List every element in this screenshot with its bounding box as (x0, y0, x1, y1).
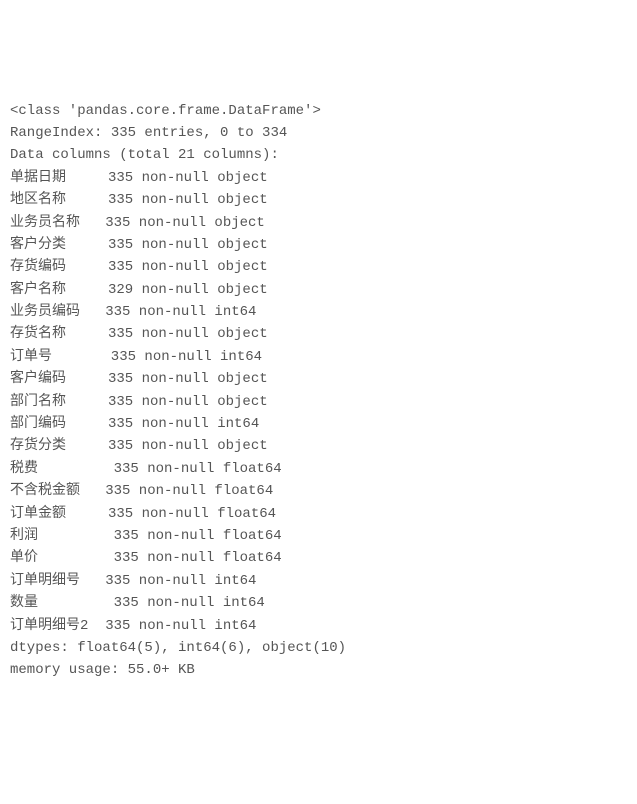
column-info-row: 业务员编码 335 non-null int64 (10, 301, 627, 323)
column-info-row: 利润 335 non-null float64 (10, 525, 627, 547)
column-info-row: 客户分类 335 non-null object (10, 234, 627, 256)
column-info-row: 订单号 335 non-null int64 (10, 346, 627, 368)
dataframe-info-output: <class 'pandas.core.frame.DataFrame'>Ran… (10, 100, 627, 682)
column-info-row: 客户名称 329 non-null object (10, 279, 627, 301)
column-info-row: 业务员名称 335 non-null object (10, 212, 627, 234)
dtypes-summary: dtypes: float64(5), int64(6), object(10) (10, 637, 627, 659)
range-index-line: RangeIndex: 335 entries, 0 to 334 (10, 122, 627, 144)
column-info-row: 税费 335 non-null float64 (10, 458, 627, 480)
column-info-row: 单据日期 335 non-null object (10, 167, 627, 189)
column-info-row: 部门编码 335 non-null int64 (10, 413, 627, 435)
column-info-row: 存货分类 335 non-null object (10, 435, 627, 457)
data-columns-header: Data columns (total 21 columns): (10, 144, 627, 166)
column-info-row: 订单明细号 335 non-null int64 (10, 570, 627, 592)
column-info-row: 订单明细号2 335 non-null int64 (10, 615, 627, 637)
column-info-row: 地区名称 335 non-null object (10, 189, 627, 211)
column-info-row: 存货编码 335 non-null object (10, 256, 627, 278)
memory-usage: memory usage: 55.0+ KB (10, 659, 627, 681)
column-info-row: 客户编码 335 non-null object (10, 368, 627, 390)
column-info-row: 部门名称 335 non-null object (10, 391, 627, 413)
column-info-row: 存货名称 335 non-null object (10, 323, 627, 345)
column-info-row: 单价 335 non-null float64 (10, 547, 627, 569)
column-info-row: 数量 335 non-null int64 (10, 592, 627, 614)
column-info-row: 订单金额 335 non-null float64 (10, 503, 627, 525)
class-line: <class 'pandas.core.frame.DataFrame'> (10, 100, 627, 122)
column-info-row: 不含税金额 335 non-null float64 (10, 480, 627, 502)
